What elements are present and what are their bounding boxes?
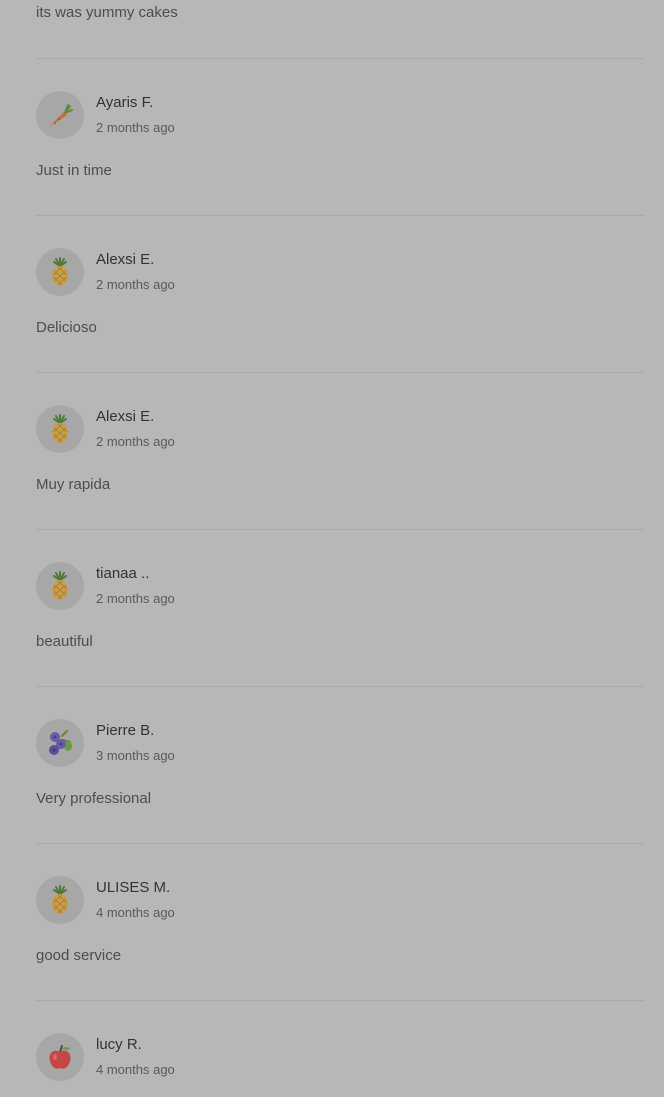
- apple-icon: [43, 1040, 77, 1074]
- reviewer-name: tianaa ..: [96, 565, 150, 582]
- review-item: Alexsi E. 2 months ago Muy rapida: [36, 372, 644, 529]
- review-time: 4 months ago: [96, 905, 175, 920]
- reviews-page: its was yummy cakes Ayaris F. 2 months a…: [0, 0, 664, 1097]
- review-item: ULISES M. 4 months ago good service: [36, 843, 644, 1000]
- review-item: Alexsi E. 2 months ago Delicioso: [36, 215, 644, 372]
- review-time: 4 months ago: [96, 1062, 175, 1077]
- review-comment: Very professional: [36, 790, 152, 807]
- review-time: 3 months ago: [96, 748, 175, 763]
- avatar[interactable]: [36, 91, 84, 139]
- review-comment: Delicioso: [36, 319, 97, 336]
- review-time: 2 months ago: [96, 277, 175, 292]
- reviewer-name: lucy R.: [96, 1036, 142, 1053]
- reviewer-name: ULISES M.: [96, 879, 171, 896]
- review-item: lucy R. 4 months ago: [36, 1000, 644, 1097]
- review-time: 2 months ago: [96, 434, 175, 449]
- carrot-icon: [43, 98, 77, 132]
- blueberries-icon: [43, 726, 77, 760]
- review-item: tianaa .. 2 months ago beautiful: [36, 529, 644, 686]
- reviewer-name: Alexsi E.: [96, 408, 155, 425]
- review-item: Pierre B. 3 months ago Very professional: [36, 686, 644, 843]
- review-item: Ayaris F. 2 months ago Just in time: [36, 58, 644, 215]
- review-time: 2 months ago: [96, 591, 175, 606]
- pineapple-icon: [43, 883, 77, 917]
- pineapple-icon: [43, 255, 77, 289]
- review-comment: Just in time: [36, 162, 112, 179]
- reviewer-name: Ayaris F.: [96, 94, 154, 111]
- reviewer-name: Alexsi E.: [96, 251, 155, 268]
- review-comment: its was yummy cakes: [36, 4, 178, 21]
- avatar[interactable]: [36, 248, 84, 296]
- avatar[interactable]: [36, 1033, 84, 1081]
- review-comment: beautiful: [36, 633, 93, 650]
- reviewer-name: Pierre B.: [96, 722, 155, 739]
- pineapple-icon: [43, 412, 77, 446]
- review-time: 2 months ago: [96, 120, 175, 135]
- review-comment: good service: [36, 947, 122, 964]
- avatar[interactable]: [36, 562, 84, 610]
- avatar[interactable]: [36, 876, 84, 924]
- avatar[interactable]: [36, 405, 84, 453]
- pineapple-icon: [43, 569, 77, 603]
- review-comment: Muy rapida: [36, 476, 111, 493]
- avatar[interactable]: [36, 719, 84, 767]
